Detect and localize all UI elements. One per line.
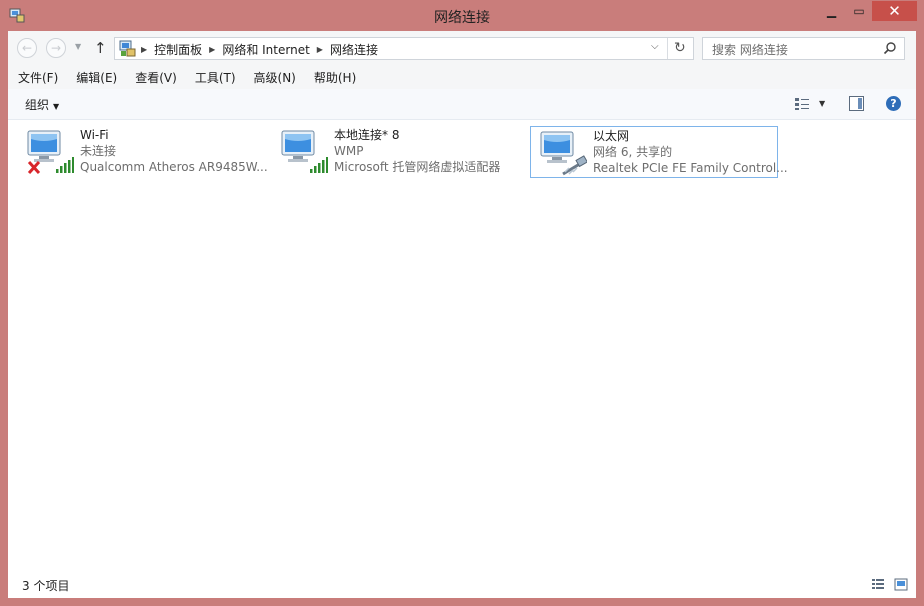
- address-bar[interactable]: ▶ 控制面板 ▶ 网络和 Internet ▶ 网络连接 ⌵ ↻: [114, 37, 694, 60]
- connection-item-ethernet[interactable]: 以太网 网络 6, 共享的 Realtek PCIe FE Family Con…: [530, 126, 788, 178]
- network-adapter-icon: [540, 131, 587, 176]
- search-placeholder: 搜索 网络连接: [712, 43, 788, 57]
- forward-button[interactable]: →: [46, 38, 66, 58]
- chevron-down-icon: ▼: [53, 102, 60, 111]
- address-divider: [667, 38, 668, 59]
- large-icons-view-icon[interactable]: [894, 578, 908, 591]
- close-icon: ✕: [888, 2, 901, 20]
- details-view-icon[interactable]: [871, 578, 885, 591]
- title-bar[interactable]: 网络连接 ▁ ▭ ✕: [0, 0, 924, 32]
- search-input[interactable]: 搜索 网络连接: [702, 37, 905, 60]
- connection-list: Wi-Fi 未连接 Qualcomm Atheros AR9485W... 本地…: [8, 120, 916, 570]
- breadcrumb: ▶ 控制面板 ▶ 网络和 Internet ▶ 网络连接: [141, 41, 378, 58]
- minimize-icon: ▁: [826, 4, 837, 18]
- up-button[interactable]: ↑: [94, 39, 107, 57]
- red-x-icon: [27, 160, 41, 175]
- refresh-icon: ↻: [674, 40, 686, 56]
- connection-status: 未连接: [80, 144, 117, 158]
- menu-edit[interactable]: 编辑(E): [66, 67, 125, 89]
- chevron-right-icon[interactable]: ▶: [141, 45, 147, 54]
- network-adapter-icon: [27, 130, 74, 175]
- breadcrumb-network-connections[interactable]: 网络连接: [330, 41, 378, 58]
- breadcrumb-control-panel[interactable]: 控制面板: [154, 41, 202, 58]
- signal-bars-icon: [310, 157, 328, 173]
- breadcrumb-network-internet[interactable]: 网络和 Internet: [222, 41, 309, 58]
- search-icon[interactable]: [883, 41, 897, 55]
- connection-device: Realtek PCIe FE Family Control...: [593, 161, 788, 175]
- organize-button[interactable]: 组织 ▼: [25, 96, 59, 113]
- close-button[interactable]: ✕: [872, 1, 917, 21]
- connection-name: Wi-Fi: [80, 128, 109, 142]
- up-arrow-icon: ↑: [94, 39, 107, 57]
- chevron-right-icon[interactable]: ▶: [209, 45, 215, 54]
- menu-tools[interactable]: 工具(T): [185, 67, 244, 89]
- menu-help[interactable]: 帮助(H): [304, 67, 364, 89]
- connection-item-local-8[interactable]: 本地连接* 8 WMP Microsoft 托管网络虚拟适配器: [272, 126, 520, 178]
- ethernet-cable-icon: [562, 155, 587, 176]
- back-button[interactable]: ←: [17, 38, 37, 58]
- menu-bar: 文件(F) 编辑(E) 查看(V) 工具(T) 高级(N) 帮助(H): [8, 67, 916, 89]
- menu-file[interactable]: 文件(F): [8, 67, 66, 89]
- connection-name: 以太网: [593, 129, 630, 143]
- organize-label: 组织: [25, 98, 50, 112]
- command-bar: 组织 ▼ ▼ ?: [8, 89, 916, 120]
- refresh-button[interactable]: ↻: [674, 40, 686, 56]
- chevron-down-icon: ⌵: [651, 41, 659, 52]
- connection-item-wifi[interactable]: Wi-Fi 未连接 Qualcomm Atheros AR9485W...: [18, 126, 268, 178]
- view-options-dropdown[interactable]: ▼: [819, 99, 825, 108]
- control-panel-icon: [119, 40, 136, 57]
- status-bar: 3 个项目: [8, 571, 916, 598]
- minimize-button[interactable]: ▁: [817, 1, 846, 21]
- menu-view[interactable]: 查看(V): [125, 67, 185, 89]
- menu-advanced[interactable]: 高级(N): [244, 67, 304, 89]
- explorer-client: ← → ▼ ↑ ▶ 控制面板 ▶ 网络和 Internet ▶ 网络连接 ⌵ ↻…: [8, 31, 916, 598]
- maximize-icon: ▭: [853, 4, 865, 18]
- forward-arrow-icon: →: [50, 41, 62, 55]
- window-title: 网络连接: [434, 10, 490, 26]
- preview-pane-icon[interactable]: [849, 96, 864, 111]
- connection-status: 网络 6, 共享的: [593, 145, 673, 159]
- item-count: 3 个项目: [22, 579, 70, 593]
- recent-locations-dropdown[interactable]: ▼: [75, 42, 81, 51]
- help-icon[interactable]: ?: [886, 96, 901, 111]
- change-view-icon[interactable]: [794, 97, 810, 111]
- chevron-right-icon[interactable]: ▶: [317, 45, 323, 54]
- maximize-button[interactable]: ▭: [846, 1, 872, 21]
- connection-device: Microsoft 托管网络虚拟适配器: [334, 160, 501, 174]
- connection-status: WMP: [334, 144, 364, 158]
- connection-name: 本地连接* 8: [334, 128, 400, 142]
- address-row: ← → ▼ ↑ ▶ 控制面板 ▶ 网络和 Internet ▶ 网络连接 ⌵ ↻…: [8, 31, 916, 67]
- window: 网络连接 ▁ ▭ ✕ ← → ▼ ↑ ▶ 控制面板 ▶ 网络和 Internet…: [0, 0, 924, 606]
- address-history-dropdown[interactable]: ⌵: [651, 41, 659, 52]
- signal-bars-icon: [56, 157, 74, 173]
- connection-device: Qualcomm Atheros AR9485W...: [80, 160, 268, 174]
- back-arrow-icon: ←: [21, 41, 33, 55]
- network-adapter-icon: [281, 130, 328, 173]
